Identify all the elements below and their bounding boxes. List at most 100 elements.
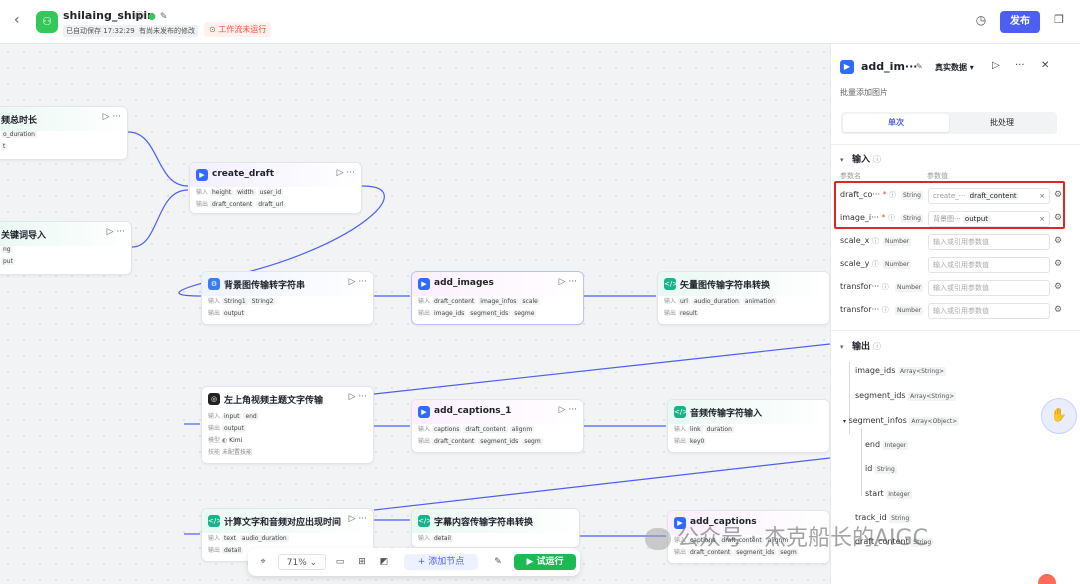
plugin-icon: ▶ [418, 406, 430, 418]
test-run-button[interactable]: ▶ 试运行 [514, 554, 576, 570]
node-bg-convert[interactable]: ⚙ 背景图传输转字符串 ▷ ··· 输入 String1 String2 输出 out… [201, 271, 374, 325]
param-row-draft-content: draft_co··· * ⓘ String create_··· draft_… [840, 187, 1062, 205]
edge-audio-calc [373, 457, 830, 511]
info-icon: ⓘ [889, 191, 897, 199]
param-input-transform-x[interactable]: 输入或引用参数值 [928, 280, 1050, 296]
node-controls[interactable]: ▷ ··· [349, 277, 367, 287]
node-topleft-video-text[interactable]: ◎ 左上角视频主题文字传输 ▷ ··· 输入 input end 输出 output … [201, 386, 374, 464]
node-title: add_images [434, 278, 494, 288]
param-input-transform-y[interactable]: 输入或引用参数值 [928, 303, 1050, 319]
node-title: add_captions_1 [434, 406, 512, 416]
add-node-button[interactable]: + 添加节点 [404, 554, 478, 570]
info-icon[interactable]: ⓘ [135, 12, 144, 22]
top-bar: ‹ ⚇ shilaing_shipin ⓘ ● ✎ 已自动保存 17:32:29 有… [0, 0, 1080, 44]
plugin-icon: ▶ [196, 169, 208, 181]
tool-icon[interactable]: ✎ [490, 554, 506, 570]
output-id: id String [865, 464, 897, 474]
workflow-canvas[interactable]: 频总时长 ▷ ··· o_duration t 关键词导入 ▷ ··· ng p… [0, 44, 830, 584]
more-icon[interactable]: ··· [1015, 60, 1025, 71]
code-icon: ⚙ [208, 278, 220, 290]
gear-icon[interactable]: ⚙ [1054, 236, 1062, 246]
autosave-tag: 已自动保存 17:32:29 [63, 25, 138, 37]
param-input-scale-y[interactable]: 输入或引用参数值 [928, 257, 1050, 273]
publish-button[interactable]: 发布 [1000, 11, 1040, 33]
info-icon: ⓘ [881, 306, 889, 314]
edge-n2-create [131, 189, 189, 248]
param-row-image-infos: image_i··· * ⓘ String 背景图··· output × ⚙ [840, 210, 1062, 228]
zoom-select[interactable]: 71% ⌄ [278, 554, 326, 570]
tab-single[interactable]: 单次 [843, 114, 949, 132]
clear-icon[interactable]: × [1039, 189, 1045, 203]
param-input-image-infos[interactable]: 背景图··· output × [928, 211, 1050, 227]
param-input-draft-content[interactable]: create_··· draft_content × [928, 188, 1050, 204]
node-title: 频总时长 [1, 116, 38, 126]
not-run-warning-text: 工作流未运行 [218, 25, 267, 34]
gear-icon[interactable]: ⚙ [1054, 305, 1062, 315]
history-clock-icon[interactable]: ◷ [972, 13, 990, 31]
param-row-transform-x: transfor··· ⓘ Number 输入或引用参数值 ⚙ [840, 279, 1062, 297]
gear-icon[interactable]: ⚙ [1054, 190, 1062, 200]
col-param-value: 参数值 [927, 172, 948, 180]
param-input-scale-x[interactable]: 输入或引用参数值 [928, 234, 1050, 250]
edit-icon[interactable]: ✎ [916, 62, 923, 71]
node-title: 关键词导入 [1, 231, 47, 241]
node-title: 背景图传输转字符串 [224, 281, 306, 291]
output-segment-infos[interactable]: ▾ segment_infos Array<Object> [843, 416, 960, 426]
run-icon[interactable]: ▷ [992, 60, 1000, 71]
layout-icon[interactable]: ⊞ [354, 554, 370, 570]
gear-icon[interactable]: ⚙ [1054, 282, 1062, 292]
node-keyword-import[interactable]: 关键词导入 ▷ ··· ng put [0, 221, 132, 275]
info-icon: ⓘ [871, 260, 879, 268]
gear-icon[interactable]: ⚙ [1054, 259, 1062, 269]
edge-n1-create [127, 131, 189, 187]
node-controls[interactable]: ▷ ··· [349, 392, 367, 402]
node-add-images[interactable]: ▶ add_images ▷ ··· 输入 draft_content image_… [411, 271, 584, 325]
mouse-mode-icon[interactable]: ⌖ [254, 554, 272, 570]
edit-icon[interactable]: ✎ [160, 12, 168, 22]
output-section-header[interactable]: ▾ 输出 ⓘ [840, 339, 881, 352]
tab-batch[interactable]: 批处理 [949, 114, 1055, 132]
run-mode-tabs: 单次 批处理 [841, 112, 1057, 134]
node-vector-convert[interactable]: </> 矢量图传输字符串转换 输入 url audio_duration animat… [657, 271, 830, 325]
node-audio-duration[interactable]: 频总时长 ▷ ··· o_duration t [0, 106, 128, 160]
node-audio-input[interactable]: </> 音频传输字符输入 输入 link duration 输出 key0 [667, 399, 830, 453]
gear-icon[interactable]: ⚙ [1054, 213, 1062, 223]
comment-icon[interactable]: ▭ [332, 554, 348, 570]
node-add-captions-1[interactable]: ▶ add_captions_1 ▷ ··· 输入 captions draft_c… [411, 399, 584, 453]
node-title: 字幕内容传输字符串转换 [434, 518, 534, 528]
assistant-float-button[interactable]: ✋ [1041, 398, 1077, 434]
clear-icon[interactable]: × [1039, 212, 1045, 226]
output-end: end Integer [865, 440, 909, 450]
plugin-icon: ▶ [840, 60, 854, 74]
node-controls[interactable]: ▷ ··· [559, 405, 577, 415]
input-section-header[interactable]: ▾ 输入 ⓘ [840, 152, 881, 165]
node-title: create_draft [212, 169, 275, 179]
data-mode-select[interactable]: 真实数据 ▾ [935, 62, 974, 73]
back-button[interactable]: ‹ [14, 12, 30, 30]
output-image-ids: image_ids Array<String> [855, 366, 947, 376]
minimap-icon[interactable]: ◩ [376, 554, 392, 570]
node-controls[interactable]: ▷ ··· [349, 514, 367, 524]
code-icon: </> [208, 515, 223, 527]
node-controls[interactable]: ▷ ··· [337, 168, 355, 178]
copy-icon[interactable]: ❐ [1050, 13, 1068, 31]
node-controls[interactable]: ▷ ··· [559, 277, 577, 287]
node-controls[interactable]: ▷ ··· [107, 227, 125, 237]
node-title: 矢量图传输字符串转换 [680, 281, 771, 291]
col-param-name: 参数名 [840, 172, 861, 180]
panel-title: add_im··· [861, 60, 918, 73]
unpublished-tag: 有尚未发布的修改 [136, 25, 198, 37]
check-icon: ● [148, 12, 156, 22]
node-caption-convert[interactable]: </> 字幕内容传输字符串转换 输入 detail [411, 508, 580, 548]
info-icon: ⓘ [873, 342, 882, 351]
edge-vector-topleft [373, 343, 830, 395]
node-title: 左上角视频主题文字传输 [224, 396, 324, 406]
node-controls[interactable]: ▷ ··· [103, 112, 121, 122]
node-create-draft[interactable]: ▶ create_draft ▷ ··· 输入 height width user_i… [189, 162, 362, 214]
param-row-scale-x: scale_x ⓘ Number 输入或引用参数值 ⚙ [840, 233, 1062, 251]
node-title: 音频传输字符输入 [690, 409, 763, 419]
collapse-icon: ▾ [843, 418, 847, 425]
node-detail-panel: ▶ add_im··· ✎ 真实数据 ▾ ▷ ··· ✕ 批量添加图片 单次 批… [830, 44, 1080, 584]
close-icon[interactable]: ✕ [1041, 60, 1049, 71]
code-icon: </> [674, 406, 689, 418]
